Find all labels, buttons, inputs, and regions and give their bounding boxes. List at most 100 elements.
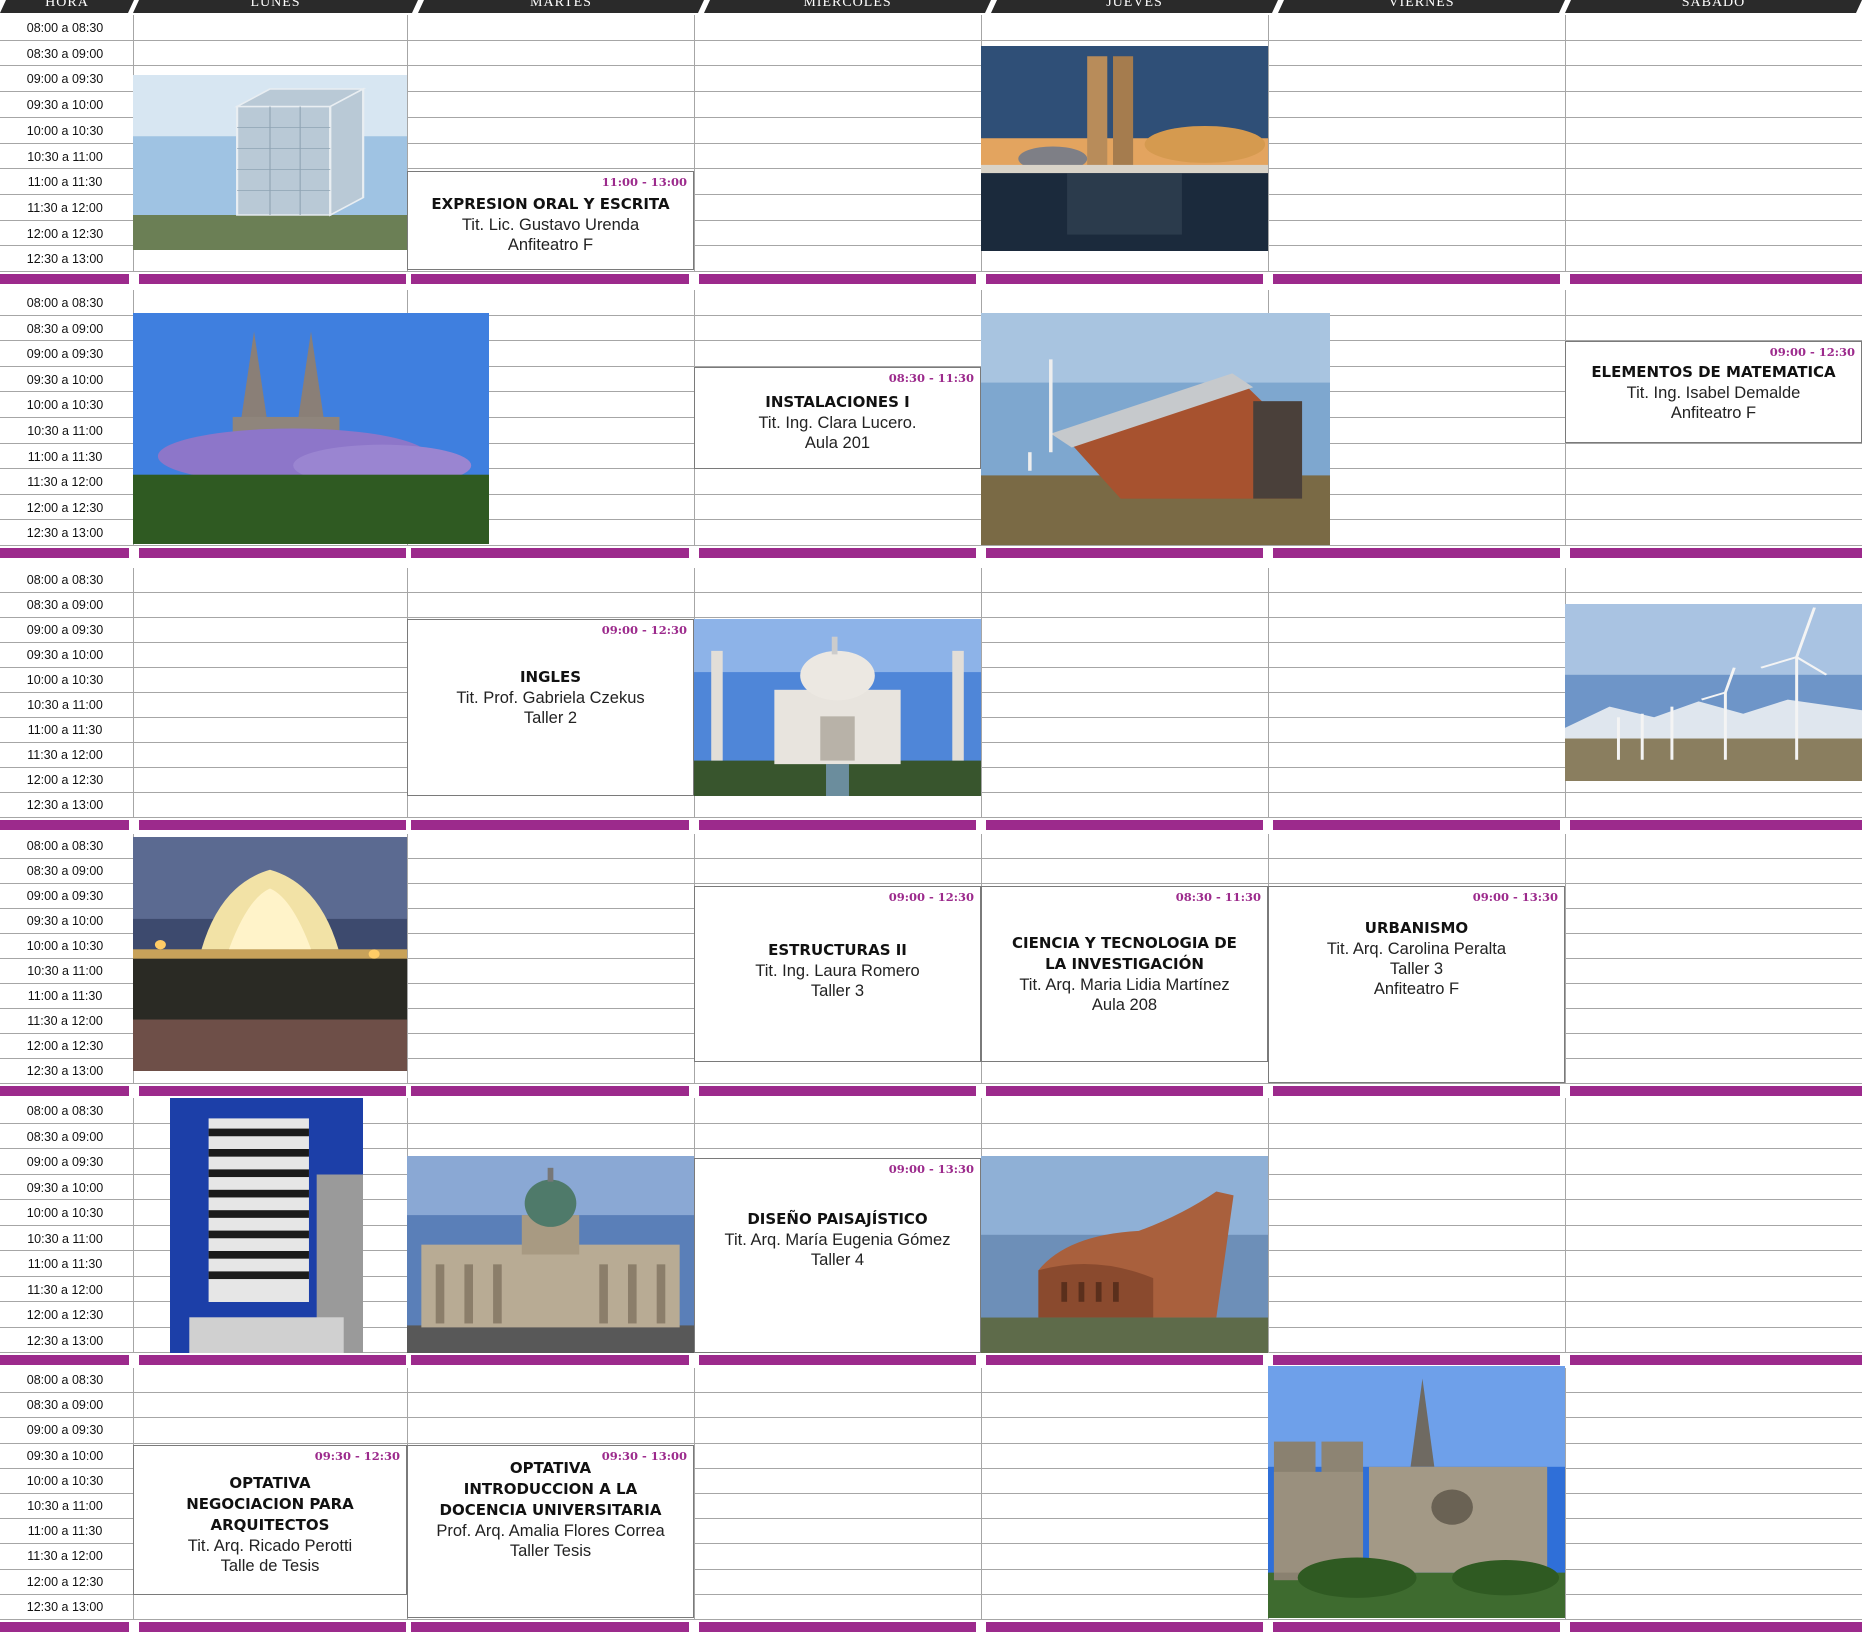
time-slot-label: 12:00 a 12:30 bbox=[26, 773, 104, 787]
separator-bar bbox=[411, 1086, 689, 1096]
separator-bar bbox=[986, 274, 1263, 284]
course-block[interactable]: 09:00 - 12:30 ELEMENTOS DE MATEMATICA Tit.… bbox=[1565, 341, 1862, 443]
row-divider bbox=[0, 1443, 1862, 1444]
separator-bar bbox=[411, 274, 689, 284]
column-divider bbox=[694, 15, 695, 272]
separator-bar bbox=[986, 1086, 1263, 1096]
wind-turbines-photo-icon bbox=[1565, 604, 1862, 781]
course-block[interactable]: 09:00 - 13:30 URBANISMO Tit. Arq. Carolina… bbox=[1268, 886, 1565, 1083]
time-slot-label: 09:00 a 09:30 bbox=[26, 889, 104, 903]
course-details: INGLES Tit. Prof. Gabriela Czekus Taller 2 bbox=[412, 667, 689, 728]
course-block[interactable]: 09:30 - 13:00 OPTATIVA INTRODUCCION A LA DO… bbox=[407, 1445, 694, 1618]
course-block[interactable]: 09:00 - 12:30 INGLES Tit. Prof. Gabriela C… bbox=[407, 619, 694, 796]
time-slot-label: 12:30 a 13:00 bbox=[26, 526, 104, 540]
course-time: 09:00 - 12:30 bbox=[601, 623, 687, 637]
course-block[interactable]: 09:00 - 12:30 ESTRUCTURAS II Tit. Ing. Lau… bbox=[694, 886, 981, 1062]
time-slot-label: 08:00 a 08:30 bbox=[26, 1373, 104, 1387]
time-slot-label: 10:00 a 10:30 bbox=[26, 939, 104, 953]
time-slot-label: 09:30 a 10:00 bbox=[26, 373, 104, 387]
solar-house-photo-icon bbox=[981, 313, 1330, 545]
time-slot-label: 08:30 a 09:00 bbox=[26, 322, 104, 336]
time-slot-label: 08:00 a 08:30 bbox=[26, 839, 104, 853]
separator-bar bbox=[1273, 1622, 1560, 1632]
course-block[interactable]: 08:30 - 11:30 INSTALACIONES I Tit. Ing. Cl… bbox=[694, 367, 981, 469]
separator-bar bbox=[1273, 1086, 1560, 1096]
separator-bar bbox=[1570, 1086, 1862, 1096]
national-congress-dome-photo-icon bbox=[407, 1156, 694, 1353]
course-room: Taller Tesis bbox=[509, 1542, 592, 1560]
separator-bar bbox=[1570, 820, 1862, 830]
time-slot-label: 12:30 a 13:00 bbox=[26, 798, 104, 812]
separator-bar bbox=[699, 548, 976, 558]
time-slot-label: 10:00 a 10:30 bbox=[26, 1206, 104, 1220]
time-slot-label: 12:00 a 12:30 bbox=[26, 501, 104, 515]
course-room: Talle de Tesis bbox=[220, 1557, 320, 1575]
time-slot-label: 09:00 a 09:30 bbox=[26, 623, 104, 637]
header-label: VIERNES bbox=[1388, 0, 1455, 10]
header-miercoles: MIERCOLES bbox=[704, 0, 991, 13]
time-slot-label: 10:00 a 10:30 bbox=[26, 124, 104, 138]
week-separator bbox=[0, 546, 1862, 560]
time-slot-label: 11:30 a 12:00 bbox=[27, 748, 103, 762]
course-name: CIENCIA Y TECNOLOGIA DE bbox=[1012, 934, 1237, 952]
time-slot-label: 08:00 a 08:30 bbox=[26, 296, 104, 310]
course-time: 09:00 - 12:30 bbox=[888, 890, 974, 904]
time-slot-label: 12:30 a 13:00 bbox=[26, 1600, 104, 1614]
course-details: ESTRUCTURAS II Tit. Ing. Laura Romero Tall… bbox=[699, 940, 976, 1001]
time-slot-label: 12:00 a 12:30 bbox=[26, 1575, 104, 1589]
separator-bar bbox=[1273, 548, 1560, 558]
column-divider bbox=[407, 834, 408, 1084]
separator-bar bbox=[699, 1355, 976, 1365]
header-label: MARTES bbox=[530, 0, 592, 10]
course-name: DISEÑO PAISAJÍSTICO bbox=[747, 1210, 928, 1228]
column-divider bbox=[1268, 568, 1269, 818]
separator-bar bbox=[0, 1086, 129, 1096]
separator-bar bbox=[0, 1355, 129, 1365]
column-divider bbox=[133, 568, 134, 818]
row-divider bbox=[0, 592, 1862, 593]
column-divider bbox=[1268, 15, 1269, 272]
course-teacher: Tit. Ing. Clara Lucero. bbox=[758, 414, 917, 432]
time-slot-label: 08:00 a 08:30 bbox=[26, 21, 104, 35]
separator-bar bbox=[0, 548, 129, 558]
time-slot-label: 10:00 a 10:30 bbox=[26, 673, 104, 687]
course-name: INGLES bbox=[519, 668, 582, 686]
course-teacher: Tit. Ing. Laura Romero bbox=[755, 962, 920, 980]
course-details: OPTATIVA INTRODUCCION A LA DOCENCIA UNIVER… bbox=[412, 1458, 689, 1561]
separator-bar bbox=[986, 548, 1263, 558]
time-slot-label: 09:30 a 10:00 bbox=[26, 1449, 104, 1463]
separator-bar bbox=[139, 1355, 406, 1365]
separator-bar bbox=[1570, 548, 1862, 558]
separator-bar bbox=[139, 274, 406, 284]
column-divider bbox=[981, 1368, 982, 1620]
time-slot-label: 10:30 a 11:00 bbox=[27, 150, 103, 164]
course-teacher: Prof. Arq. Amalia Flores Correa bbox=[436, 1522, 665, 1540]
course-teacher: Tit. Arq. Carolina Peralta bbox=[1326, 940, 1507, 958]
time-slot-label: 11:30 a 12:00 bbox=[27, 1014, 103, 1028]
time-slot-label: 09:30 a 10:00 bbox=[26, 1181, 104, 1195]
row-divider bbox=[0, 65, 1862, 66]
header-label: LUNES bbox=[250, 0, 301, 10]
course-block[interactable]: 09:00 - 13:30 DISEÑO PAISAJÍSTICO Tit. Arq… bbox=[694, 1158, 981, 1353]
course-teacher: Tit. Arq. Ricado Perotti bbox=[187, 1537, 353, 1555]
course-room: Taller 3 bbox=[1389, 960, 1444, 978]
row-divider bbox=[0, 1392, 1862, 1393]
time-slot-label: 12:00 a 12:30 bbox=[26, 227, 104, 241]
time-slot-label: 10:30 a 11:00 bbox=[27, 424, 103, 438]
column-divider bbox=[694, 1368, 695, 1620]
separator-bar bbox=[986, 1355, 1263, 1365]
separator-bar bbox=[139, 1086, 406, 1096]
course-details: OPTATIVA NEGOCIACION PARA ARQUITECTOS Tit. … bbox=[138, 1473, 402, 1576]
time-slot-label: 12:00 a 12:30 bbox=[26, 1308, 104, 1322]
course-block[interactable]: 11:00 - 13:00 EXPRESION ORAL Y ESCRITA Tit… bbox=[407, 171, 694, 270]
column-divider bbox=[981, 568, 982, 818]
course-name: INTRODUCCION A LA bbox=[463, 1480, 638, 1498]
time-slot-label: 08:30 a 09:00 bbox=[26, 1130, 104, 1144]
course-block[interactable]: 08:30 - 11:30 CIENCIA Y TECNOLOGIA DE LA I… bbox=[981, 886, 1268, 1062]
separator-bar bbox=[986, 820, 1263, 830]
separator-bar bbox=[699, 1622, 976, 1632]
course-block[interactable]: 09:30 - 12:30 OPTATIVA NEGOCIACION PARA ARQ… bbox=[133, 1445, 407, 1595]
course-details: EXPRESION ORAL Y ESCRITA Tit. Lic. Gustav… bbox=[412, 194, 689, 255]
time-slot-label: 12:00 a 12:30 bbox=[26, 1039, 104, 1053]
time-slot-label: 10:00 a 10:30 bbox=[26, 398, 104, 412]
